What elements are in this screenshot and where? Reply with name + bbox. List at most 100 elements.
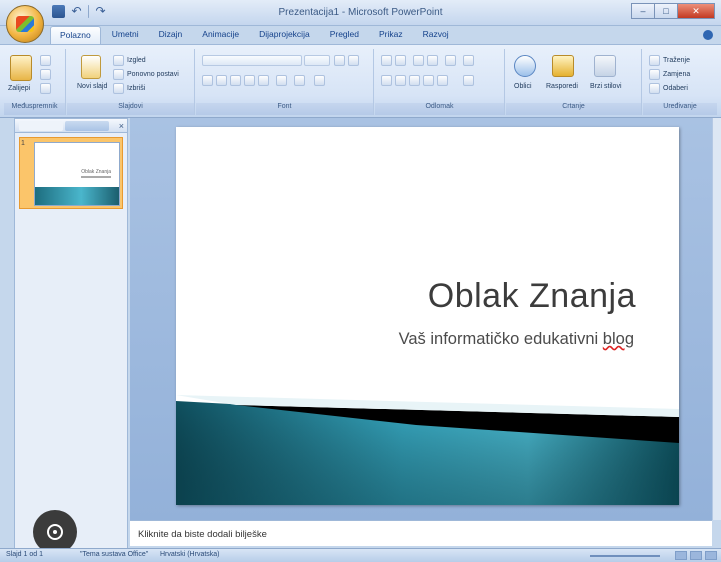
zoom-slider[interactable] (590, 555, 660, 557)
columns-icon[interactable] (437, 75, 448, 86)
grow-font-icon[interactable] (334, 55, 345, 66)
tab-polazno[interactable]: Polazno (50, 26, 101, 44)
window-controls: – □ ✕ (631, 3, 715, 19)
tab-razvoj[interactable]: Razvoj (414, 26, 458, 44)
slide-thumbnail-selected[interactable]: 1 Oblak Znanja (19, 137, 123, 209)
increase-indent-icon[interactable] (427, 55, 438, 66)
change-case-icon[interactable] (294, 75, 305, 86)
smartart-icon[interactable] (463, 75, 474, 86)
slides-tab-icon[interactable] (19, 121, 63, 131)
ribbon: Zalijepi Međuspremnik Novi slajd Izgled … (0, 44, 721, 118)
character-spacing-icon[interactable] (276, 75, 287, 86)
paste-button-label[interactable]: Zalijepi (8, 85, 30, 92)
select-icon (649, 83, 660, 94)
layout-icon (113, 55, 124, 66)
font-color-icon[interactable] (314, 75, 325, 86)
clipboard-group: Zalijepi Međuspremnik (4, 49, 66, 115)
paragraph-group: Odlomak (375, 49, 505, 115)
tab-dijaprojekcija[interactable]: Dijaprojekcija (250, 26, 319, 44)
shrink-font-icon[interactable] (348, 55, 359, 66)
outline-tab-icon[interactable] (65, 121, 109, 131)
new-slide-icon[interactable] (81, 55, 101, 79)
bold-icon[interactable] (202, 75, 213, 86)
delete-icon (113, 83, 124, 94)
notes-pane[interactable]: Kliknite da biste dodali bilješke (130, 520, 712, 546)
replace-button[interactable]: Zamjena (663, 71, 690, 78)
drawing-group: Oblici Rasporedi Brzi stilovi Crtanje (506, 49, 642, 115)
vertical-scrollbar[interactable] (712, 118, 721, 520)
shadow-icon[interactable] (258, 75, 269, 86)
line-spacing-icon[interactable] (445, 55, 456, 66)
language-status[interactable]: Hrvatski (Hrvatska) (160, 551, 220, 558)
new-slide-label[interactable]: Novi slajd (77, 83, 107, 90)
slide-background-graphic (176, 395, 679, 505)
tab-prikaz[interactable]: Prikaz (370, 26, 412, 44)
view-buttons (675, 551, 717, 560)
close-button[interactable]: ✕ (677, 3, 715, 19)
font-group: Font (196, 49, 374, 115)
ribbon-tabs: Polazno Umetni Dizajn Animacije Dijaproj… (50, 26, 458, 44)
font-name-dropdown[interactable] (202, 55, 302, 66)
find-icon (649, 55, 660, 66)
copy-icon[interactable] (40, 69, 51, 80)
slide-sorter-icon[interactable] (690, 551, 702, 560)
reset-icon (113, 69, 124, 80)
align-center-icon[interactable] (395, 75, 406, 86)
layout-button[interactable]: Izgled (127, 57, 146, 64)
paragraph-group-label: Odlomak (375, 103, 504, 115)
slides-group: Novi slajd Izgled Ponovno postavi Izbriš… (67, 49, 195, 115)
slides-pane: × 1 Oblak Znanja (14, 118, 128, 550)
align-right-icon[interactable] (409, 75, 420, 86)
tab-animacije[interactable]: Animacije (193, 26, 248, 44)
align-left-icon[interactable] (381, 75, 392, 86)
bullets-icon[interactable] (381, 55, 392, 66)
find-button[interactable]: Traženje (663, 57, 690, 64)
select-button[interactable]: Odaberi (663, 85, 688, 92)
text-direction-icon[interactable] (463, 55, 474, 66)
lens-dot (53, 530, 57, 534)
tab-pregled[interactable]: Pregled (321, 26, 368, 44)
slide-show-icon[interactable] (705, 551, 717, 560)
arrange-icon[interactable] (552, 55, 574, 77)
font-size-dropdown[interactable] (304, 55, 330, 66)
subtitle-text: Vaš informatičko edukativni (398, 330, 603, 348)
quick-styles-button[interactable]: Brzi stilovi (590, 83, 622, 90)
reset-button[interactable]: Ponovno postavi (127, 71, 179, 78)
cut-icon[interactable] (40, 55, 51, 66)
slide-title[interactable]: Oblak Znanja (428, 277, 636, 316)
maximize-button[interactable]: □ (654, 3, 678, 19)
clipboard-group-label: Međuspremnik (4, 103, 65, 115)
help-icon[interactable] (703, 30, 713, 40)
close-pane-icon[interactable]: × (119, 121, 124, 131)
shapes-icon[interactable] (514, 55, 536, 77)
slide-thumbnail[interactable]: Oblak Znanja (34, 142, 120, 206)
strikethrough-icon[interactable] (244, 75, 255, 86)
minimize-button[interactable]: – (631, 3, 655, 19)
tab-umetni[interactable]: Umetni (103, 26, 148, 44)
tab-dizajn[interactable]: Dizajn (150, 26, 192, 44)
paste-icon[interactable] (10, 55, 32, 81)
justify-icon[interactable] (423, 75, 434, 86)
shapes-button[interactable]: Oblici (514, 83, 532, 90)
arrange-button[interactable]: Rasporedi (546, 83, 578, 90)
drawing-group-label: Crtanje (506, 103, 641, 115)
italic-icon[interactable] (216, 75, 227, 86)
subtitle-misspelled-word: blog (602, 330, 634, 348)
slides-group-label: Slajdovi (67, 103, 194, 115)
decrease-indent-icon[interactable] (413, 55, 424, 66)
slide-number: 1 (21, 140, 25, 147)
slide-counter: Slajd 1 od 1 (6, 551, 43, 558)
numbering-icon[interactable] (395, 55, 406, 66)
quick-styles-icon[interactable] (594, 55, 616, 77)
underline-icon[interactable] (230, 75, 241, 86)
editing-group: Traženje Zamjena Odaberi Uređivanje (643, 49, 717, 115)
slide-canvas[interactable]: Oblak Znanja Vaš informatičko edukativni… (176, 127, 679, 505)
format-painter-icon[interactable] (40, 83, 51, 94)
office-button[interactable] (6, 5, 44, 43)
slide-subtitle[interactable]: Vaš informatičko edukativni blog (399, 330, 634, 349)
delete-button[interactable]: Izbriši (127, 85, 145, 92)
normal-view-icon[interactable] (675, 551, 687, 560)
title-bar: ↶ ↷ Prezentacija1 - Microsoft PowerPoint… (0, 0, 721, 26)
pane-tabs: × (15, 119, 127, 133)
thumbnail-band (35, 187, 119, 205)
